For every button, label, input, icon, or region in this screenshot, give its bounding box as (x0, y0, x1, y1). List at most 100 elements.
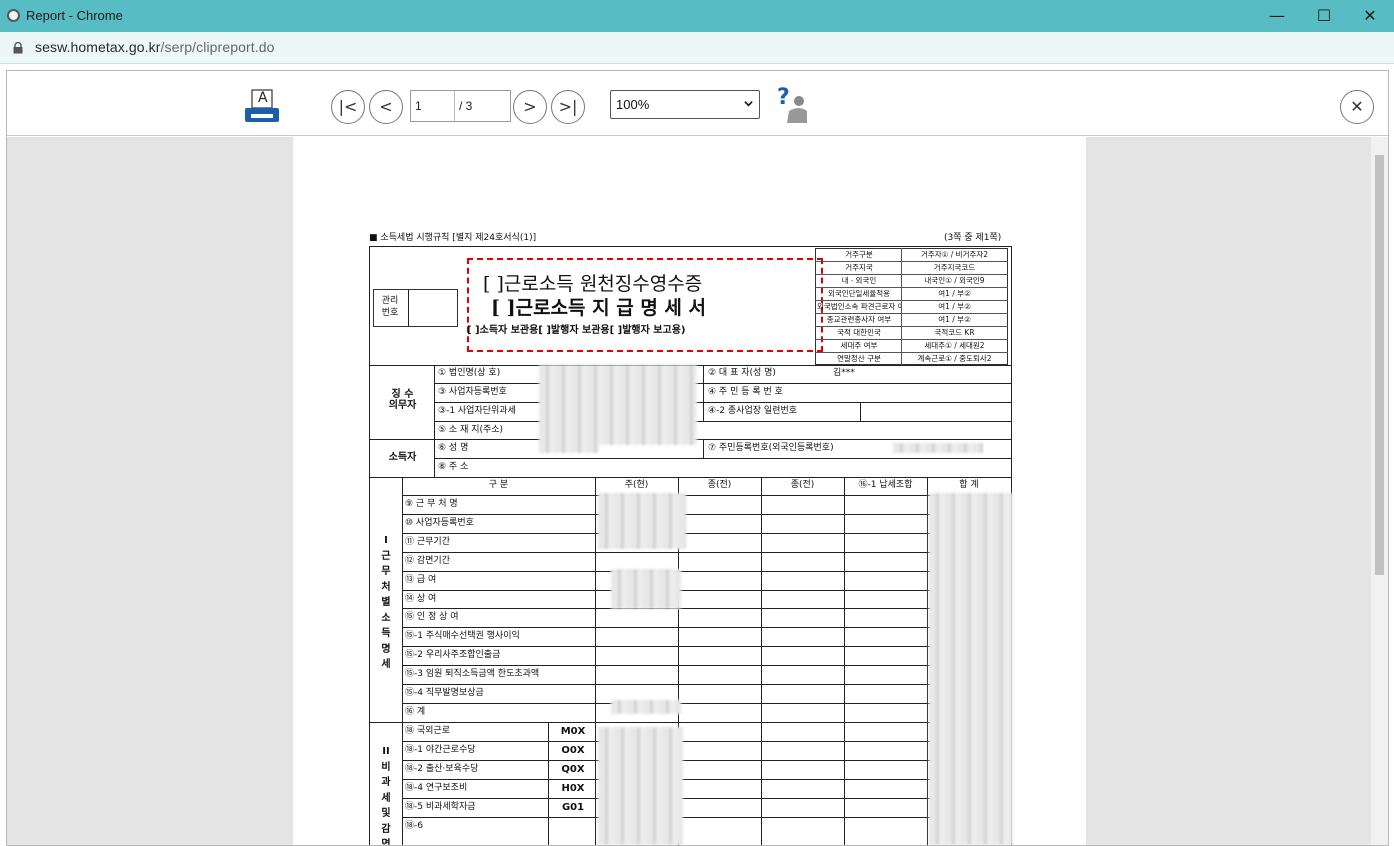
report-canvas[interactable]: ■ 소득세법 시행규칙 [별지 제24호서식(1)] (3쪽 중 제1쪽) 관리… (7, 137, 1371, 845)
window-titlebar: Report - Chrome — ☐ ✕ (0, 0, 1394, 32)
income-row-label: ⑬ 급 여 (405, 574, 437, 585)
rule (408, 289, 409, 327)
first-page-button[interactable]: |< (331, 90, 365, 124)
page-navigator: 1 / 3 (410, 90, 511, 122)
withholding-receipt-form: ■ 소득세법 시행규칙 [별지 제24호서식(1)] (3쪽 중 제1쪽) 관리… (293, 137, 1086, 845)
earner-resident-reg-label: ⑦ 주민등록번호(외국인등록번호) (708, 443, 834, 453)
earner-name-label: ⑥ 성 명 (438, 443, 469, 453)
redacted-earner-id (893, 443, 983, 453)
nontax-row-code: O0X (561, 744, 585, 756)
nontax-row-label: ⑱-4 연구보조비 (405, 782, 468, 793)
info-value: 내국인① / 외국인9 (924, 276, 985, 285)
form-rule-caption: ■ 소득세법 시행규칙 [별지 제24호서식(1)] (369, 233, 537, 243)
rule (369, 246, 1012, 247)
income-row-label: ⑮-2 우리사주조합인출금 (405, 650, 501, 661)
last-page-button[interactable]: >| (551, 90, 585, 124)
info-label: 거주구분 (845, 250, 873, 259)
redacted-sum-column (929, 493, 1013, 845)
info-label: 내ㆍ외국인 (841, 276, 877, 285)
chevron-down-icon (744, 101, 753, 107)
income-row-label: ⑫ 감면기간 (405, 555, 450, 566)
person-help-icon (787, 96, 807, 123)
nontax-row-label: ⑱-1 야간근로수당 (405, 744, 476, 755)
minimize-button[interactable]: — (1254, 0, 1300, 32)
rule (703, 439, 704, 458)
rule (402, 551, 1012, 553)
redacted-total (611, 700, 681, 714)
rule (402, 665, 1012, 667)
payer-unit-tax-label: ③-1 사업자단위과세 (438, 406, 516, 416)
redacted-payer-info (539, 365, 697, 445)
vertical-scrollbar[interactable] (1371, 137, 1388, 845)
close-window-button[interactable]: ✕ (1347, 0, 1393, 32)
payer-resident-reg-label: ④ 주 민 등 록 번 호 (708, 387, 783, 397)
nontax-row-label: ⑱ 국외근로 (405, 726, 450, 736)
info-value: 거주자① / 비거주자2 (920, 250, 989, 259)
nontax-row-label: ⑱-5 비과세학자금 (405, 801, 476, 812)
rule (402, 646, 1012, 648)
rule (860, 402, 861, 421)
info-value: 거주지국코드 (933, 263, 976, 272)
report-viewer: A |< < 1 / 3 > >| 100% ? ✕ ■ 소득세법 시행규칙 [… (6, 70, 1389, 846)
income-row-label: ⑯ 계 (405, 706, 426, 717)
info-label: 외국법인소속 파견근로자 여부 (817, 302, 901, 311)
rule (402, 778, 1012, 780)
nontax-row-label: ⑱-2 출산·보육수당 (405, 763, 479, 774)
help-button[interactable]: ? (777, 85, 813, 127)
payer-address-label: ⑤ 소 재 지(주소) (438, 425, 504, 435)
info-value: 계속근로① / 중도퇴사2 (917, 354, 992, 363)
column-header: 구 분 (488, 480, 509, 490)
payer-representative-value: 김*** (833, 368, 855, 378)
redacted-earner-name (539, 441, 599, 453)
section-2-label: II 비 과 세 및 감 면 (381, 746, 391, 845)
info-value: 여1 / 부② (938, 315, 971, 324)
form-title-copy-type: [ ]소득자 보관용[ ]발행자 보관용[ ]발행자 보고용) (467, 325, 686, 336)
scrollbar-thumb[interactable] (1375, 155, 1384, 575)
next-page-button[interactable]: > (513, 90, 547, 124)
rule (434, 421, 1012, 422)
section-1-label: I 근 무 처 별 소 득 명 세 (381, 535, 391, 670)
income-row-label: ⑮-4 직무발명보상금 (405, 688, 484, 698)
rule (402, 495, 1012, 496)
maximize-button[interactable]: ☐ (1301, 0, 1347, 32)
payer-branch-serial-label: ④-2 종사업장 일련번호 (708, 406, 798, 416)
info-label: 외국인단일세율적용 (827, 289, 891, 298)
info-label: 연말정산 구분 (837, 354, 881, 363)
window-title: Report - Chrome (26, 8, 123, 23)
rule (434, 458, 1012, 459)
payer-biz-reg-label: ③ 사업자등록번호 (438, 387, 507, 397)
url-path: /serp/clipreport.do (160, 39, 275, 55)
income-row-label: ⑮ 인 정 상 여 (405, 612, 459, 623)
column-header: 합 계 (959, 480, 979, 490)
form-title-line2: [ ]근로소득 지 급 명 세 서 (491, 297, 706, 319)
close-viewer-button[interactable]: ✕ (1340, 90, 1374, 124)
rule (402, 513, 1012, 515)
rule (402, 627, 1012, 629)
print-button[interactable]: A (243, 88, 281, 126)
rule (402, 608, 1012, 610)
nontax-row-code: G01 (561, 801, 585, 813)
zoom-select[interactable]: 100% (610, 90, 760, 119)
rule (402, 797, 1012, 799)
address-bar[interactable]: sesw.hometax.go.kr/serp/clipreport.do (0, 32, 1394, 64)
report-page: ■ 소득세법 시행규칙 [별지 제24호서식(1)] (3쪽 중 제1쪽) 관리… (293, 137, 1086, 845)
redacted-salary (611, 569, 681, 609)
earner-address-label: ⑧ 주 소 (438, 462, 469, 472)
url-text[interactable]: sesw.hometax.go.kr/serp/clipreport.do (35, 39, 275, 55)
page-number-input[interactable]: 1 (411, 91, 455, 121)
chrome-app-icon (7, 9, 20, 22)
nontax-row-label: ⑱-6 (405, 820, 423, 831)
nontax-row-code: Q0X (561, 763, 585, 775)
income-row-label: ⑮-3 임원 퇴직소득금액 한도초과액 (405, 669, 540, 680)
income-row-label: ⑪ 근무기간 (405, 536, 450, 547)
rule (402, 759, 1012, 761)
redacted-nontax-current (598, 727, 683, 845)
rule (369, 477, 1012, 478)
print-icon-letter: A (258, 90, 268, 106)
column-header: 종(전) (707, 480, 732, 490)
earner-section-label: 소득자 (388, 452, 417, 463)
prev-page-button[interactable]: < (369, 90, 403, 124)
column-header: ⑯-1 납세조합 (858, 480, 913, 490)
rule (369, 246, 370, 845)
info-value: 여1 / 부② (938, 302, 971, 311)
